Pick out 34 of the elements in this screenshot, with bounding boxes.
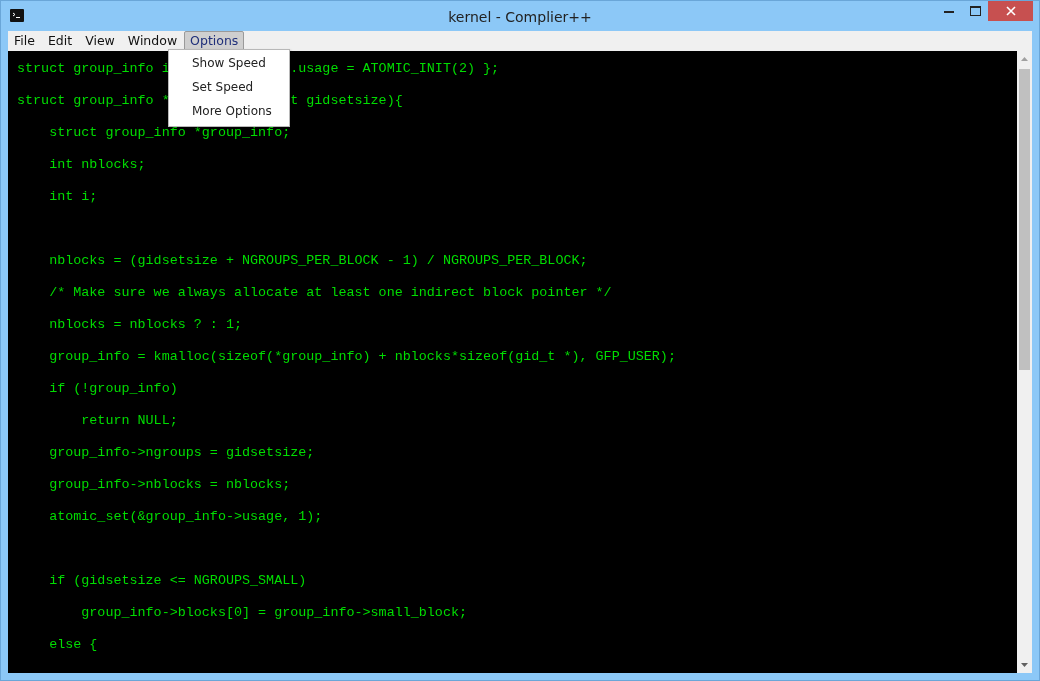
code-line: nblocks = nblocks ? : 1; bbox=[48, 317, 242, 334]
code-line: return NULL; bbox=[80, 413, 178, 430]
scroll-down-icon[interactable] bbox=[1021, 663, 1028, 667]
code-line: atomic_set(&group_info->usage, 1); bbox=[48, 509, 323, 526]
dropdown-item[interactable]: Show Speed bbox=[192, 56, 266, 70]
code-line: if (!group_info) bbox=[48, 381, 178, 398]
code-line: if (gidsetsize <= NGROUPS_SMALL) bbox=[48, 573, 307, 590]
code-fragment: struct group_info * bbox=[17, 93, 170, 110]
window-title: kernel - Complier++ bbox=[448, 9, 592, 25]
code-fragment: t gidsetsize){ bbox=[290, 93, 403, 110]
terminal-icon bbox=[10, 9, 24, 22]
menu-item[interactable]: Window bbox=[121, 31, 184, 51]
code-line: group_info->ngroups = gidsetsize; bbox=[48, 445, 315, 462]
dropdown-item[interactable]: Set Speed bbox=[192, 80, 254, 94]
code-line: nblocks = (gidsetsize + NGROUPS_PER_BLOCK - 1) / NGROUPS_PER_BLOCK; bbox=[48, 253, 588, 270]
menu-item[interactable]: Options bbox=[184, 31, 245, 51]
code-line: else { bbox=[48, 637, 98, 654]
code-line: group_info->nblocks = nblocks; bbox=[48, 477, 291, 494]
code-line: group_info = kmalloc(sizeof(*group_info) + nblocks*sizeof(gid_t *), GFP_USER); bbox=[48, 349, 676, 366]
scrollbar-thumb[interactable] bbox=[1019, 69, 1030, 370]
code-line: int nblocks; bbox=[48, 157, 146, 174]
code-line: int i; bbox=[48, 189, 98, 206]
code-fragment: struct group_info i bbox=[17, 61, 170, 78]
code-line: struct group_info *group_info; bbox=[48, 125, 291, 142]
dropdown-item[interactable]: More Options bbox=[192, 104, 272, 118]
menu-item[interactable]: File bbox=[8, 31, 41, 51]
code-line: group_info->blocks[0] = group_info->small_block; bbox=[80, 605, 467, 622]
maximize-icon bbox=[969, 6, 981, 16]
menu-item[interactable]: View bbox=[79, 31, 121, 51]
menu-item[interactable]: Edit bbox=[41, 31, 79, 51]
close-icon bbox=[1005, 6, 1016, 16]
code-line: /* Make sure we always allocate at least one indirect block pointer */ bbox=[48, 285, 612, 302]
code-editor[interactable] bbox=[8, 51, 1017, 673]
code-fragment: .usage = ATOMIC_INIT(2) }; bbox=[290, 61, 500, 78]
